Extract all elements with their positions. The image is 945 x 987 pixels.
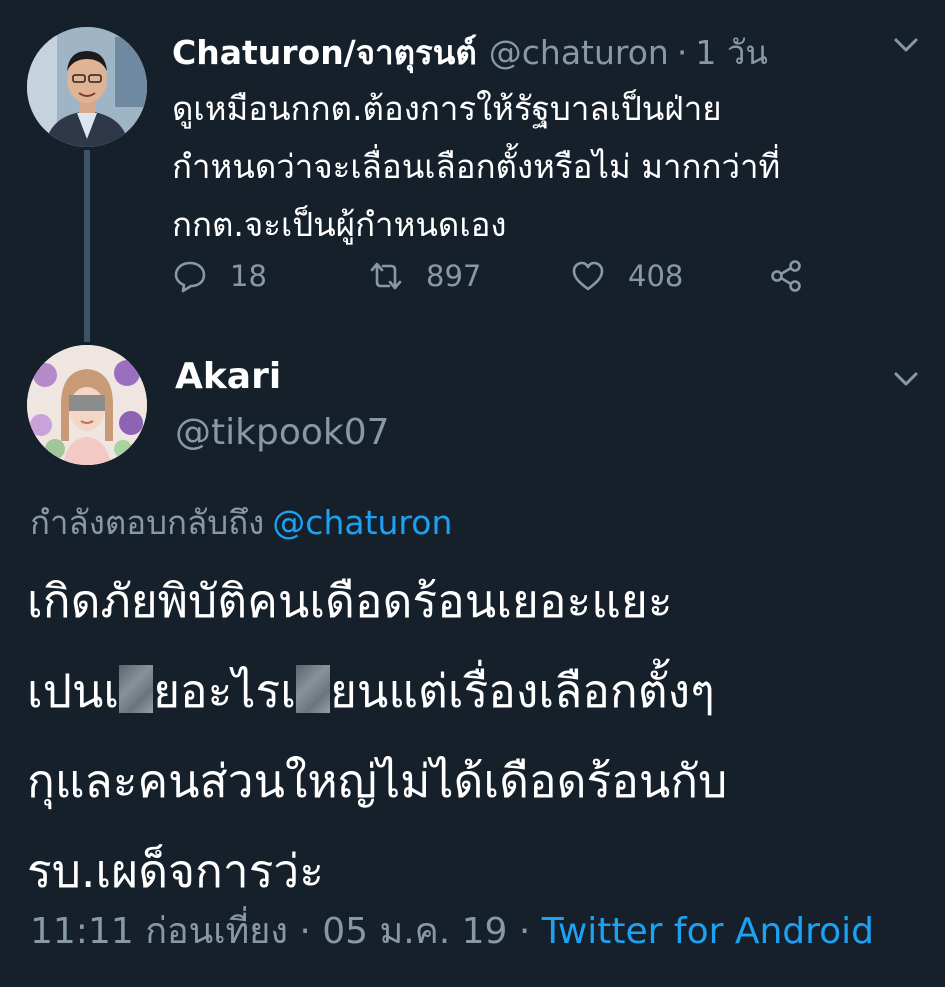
reply-author-handle[interactable]: @tikpook07 [175,412,390,453]
reply-count: 18 [230,259,267,293]
like-button[interactable]: 408 [570,258,683,294]
parent-tweet-header: Chaturon/จาตุรนต์ @chaturon · 1 วัน [172,26,768,72]
replying-to-label: กำลังตอบกลับถึง [30,503,265,542]
header-separator: · [676,33,688,72]
avatar-akari-image [27,345,147,465]
replying-to-mention[interactable]: @chaturon [272,503,452,542]
tweet-metadata: 11:11 ก่อนเที่ยง · 05 ม.ค. 19 · Twitter … [30,902,874,959]
reply-tweet-line: เกิดภัยพิบัติคนเดือดร้อนเยอะแยะ [27,574,673,628]
replying-to-line: กำลังตอบกลับถึง @chaturon [30,496,452,549]
like-count: 408 [628,259,684,293]
retweet-icon [370,262,402,290]
tweet-action-bar: 18 897 408 [172,252,832,300]
reply-button[interactable]: 18 [172,258,267,294]
retweet-count: 897 [426,259,482,293]
parent-tweet-line: กกต.จะเป็นผู้กำหนดเอง [172,205,507,244]
reply-text-fragment: เปนเ [27,664,120,718]
censor-block [119,665,154,713]
retweet-button[interactable]: 897 [368,258,481,294]
avatar-chaturon[interactable] [27,27,147,147]
parent-tweet-line: กำหนดว่าจะเลื่อนเลือกตั้งหรือไม่ มากกว่า… [172,147,781,186]
reply-tweet-line: กุและคนส่วนใหญ่ไม่ได้เดือดร้อนกับ [27,754,728,808]
parent-tweet-text: ดูเหมือนกกต.ต้องการให้รัฐบาลเป็นฝ่าย กำห… [172,80,912,254]
avatar-akari[interactable] [27,345,147,465]
tweet-source[interactable]: Twitter for Android [542,911,874,952]
reply-tweet-line: เปนเ ยอะไรเ ยนแต่เรื่องเลือกตั้งๆ [27,646,927,736]
parent-tweet-time[interactable]: 1 วัน [695,26,768,79]
share-button[interactable] [768,258,826,294]
avatar-chaturon-image [27,27,147,147]
reply-text-fragment: ยนแต่เรื่องเลือกตั้งๆ [329,664,715,718]
chevron-down-icon[interactable] [890,29,922,61]
parent-author-handle[interactable]: @chaturon [489,33,669,72]
parent-author-name[interactable]: Chaturon/จาตุรนต์ [172,26,477,79]
heart-icon [572,261,604,291]
censor-block [295,665,330,713]
tweet-thread: Chaturon/จาตุรนต์ @chaturon · 1 วัน ดูเห… [0,0,945,987]
reply-icon [174,261,206,293]
chevron-down-icon[interactable] [890,363,922,395]
thread-connector-line [84,150,90,342]
reply-author-name[interactable]: Akari [175,356,281,397]
reply-tweet-text: เกิดภัยพิบัติคนเดือดร้อนเยอะแยะ เปนเ ยอะไ… [27,556,927,916]
share-icon [771,260,801,292]
reply-text-fragment: ยอะไรเ [153,664,296,718]
parent-tweet-line: ดูเหมือนกกต.ต้องการให้รัฐบาลเป็นฝ่าย [172,89,722,128]
tweet-timestamp[interactable]: 11:11 ก่อนเที่ยง · 05 ม.ค. 19 · [30,911,530,952]
